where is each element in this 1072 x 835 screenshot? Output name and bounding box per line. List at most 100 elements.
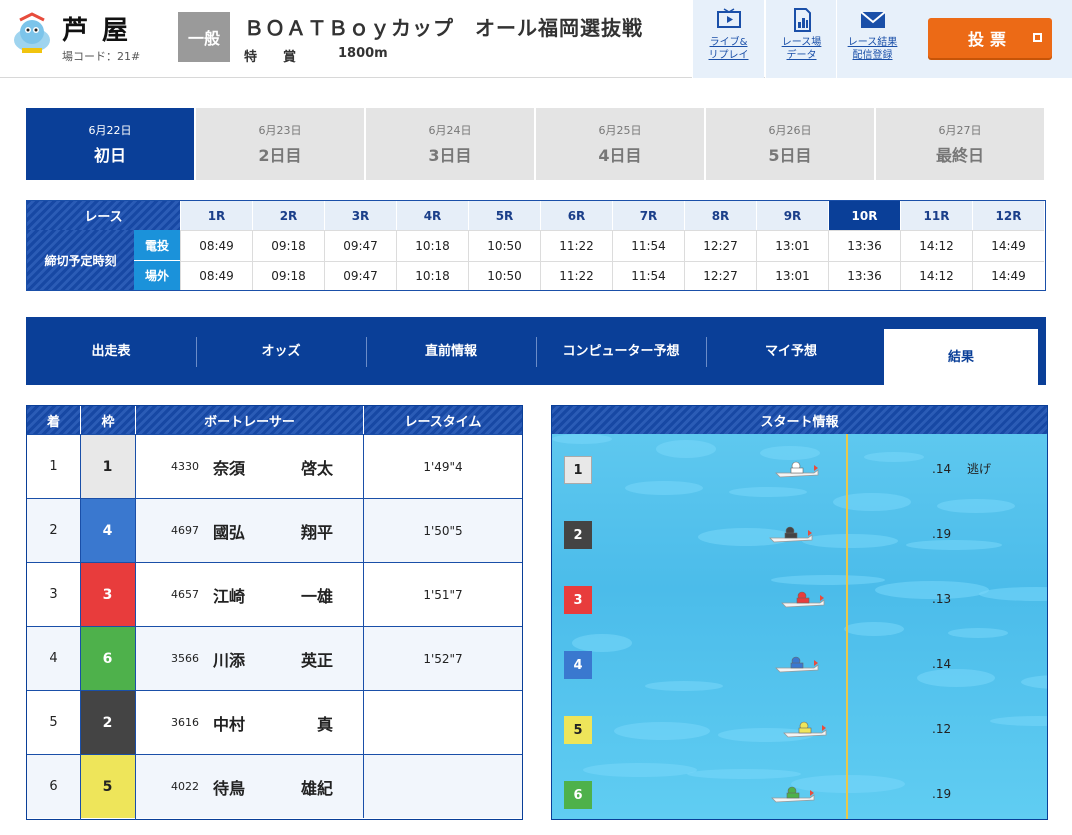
result-frame: 1: [80, 435, 135, 498]
live-replay-label: ライブ& リプレイ: [708, 37, 749, 61]
start-timing: .14: [932, 462, 952, 476]
racer-name[interactable]: 待鳥 雄紀: [213, 755, 333, 818]
wave-highlight: [1021, 675, 1047, 689]
result-frame: 5: [80, 755, 135, 818]
lane-badge: 1: [564, 456, 592, 484]
wave-highlight: [645, 681, 723, 691]
stadium-data-button[interactable]: レース場 データ: [765, 0, 837, 78]
deadline-time-jogai: 09:18: [252, 261, 324, 290]
result-mail-button[interactable]: レース結果 配信登録: [836, 0, 908, 78]
deadline-time-jogai: 09:47: [324, 261, 396, 290]
result-rank: 4: [49, 651, 58, 666]
racer-first-name: 啓太: [300, 458, 333, 478]
deadline-time-jogai: 12:27: [684, 261, 756, 290]
racer-name[interactable]: 江崎 一雄: [213, 563, 333, 626]
lane-badge: 3: [564, 586, 592, 614]
boat-icon: [783, 721, 827, 738]
race-tab-7R[interactable]: 7R: [612, 201, 684, 230]
day-tab-name: 4日目: [598, 146, 642, 165]
race-tab-3R[interactable]: 3R: [324, 201, 396, 230]
results-table: 着 枠 ボートレーサー レースタイム 1 1 4330 奈須 啓太 1'49"4 2 4 469…: [26, 405, 523, 820]
race-tab-11R[interactable]: 11R: [900, 201, 972, 230]
day-tab-date: 6月22日: [88, 124, 132, 137]
day-tab[interactable]: 6月24日 3日目: [366, 108, 534, 180]
day-tab[interactable]: 6月23日 2日目: [196, 108, 364, 180]
result-rank: 2: [49, 523, 58, 538]
chart-doc-icon: [793, 8, 811, 32]
tv-icon: [716, 8, 741, 28]
result-mail-label: レース結果 配信登録: [847, 37, 898, 61]
deadline-time-denpyo: 10:50: [468, 230, 540, 261]
mascot-logo-icon: [14, 12, 50, 53]
menu-item[interactable]: オッズ: [196, 329, 366, 373]
menu-item[interactable]: 直前情報: [366, 329, 536, 373]
day-tab[interactable]: 6月26日 5日目: [706, 108, 874, 180]
deadline-time-denpyo: 13:01: [756, 230, 828, 261]
wave-highlight: [729, 487, 807, 497]
start-timing: .12: [932, 722, 952, 736]
day-tab[interactable]: 6月25日 4日目: [536, 108, 704, 180]
mail-icon: [859, 11, 886, 28]
boat-icon: [769, 526, 813, 543]
racer-last-name: 國弘: [213, 522, 246, 542]
race-tab-2R[interactable]: 2R: [252, 201, 324, 230]
deadline-time-denpyo: 13:36: [828, 230, 900, 261]
racer-first-name: 雄紀: [300, 778, 333, 798]
day-tab[interactable]: 6月22日 初日: [26, 108, 194, 180]
menu-item-label: 出走表: [91, 343, 131, 359]
wave-highlight: [833, 493, 911, 511]
race-tab-9R[interactable]: 9R: [756, 201, 828, 230]
external-window-icon: [1033, 33, 1042, 42]
rank-header: 着: [27, 406, 80, 434]
racer-name[interactable]: 國弘 翔平: [213, 499, 333, 562]
vote-button[interactable]: 投票: [928, 18, 1052, 58]
wave-highlight: [917, 669, 995, 687]
day-tab-date: 6月23日: [258, 124, 302, 137]
kimarite-label: 逃げ: [967, 462, 992, 476]
racer-number: 4697: [171, 524, 199, 537]
race-tab-4R[interactable]: 4R: [396, 201, 468, 230]
result-row: 2 4 4697 國弘 翔平 1'50"5: [27, 498, 522, 562]
racer-name[interactable]: 川添 英正: [213, 627, 333, 690]
race-tab-6R[interactable]: 6R: [540, 201, 612, 230]
deadline-time-denpyo: 09:47: [324, 230, 396, 261]
race-menu: 出走表 オッズ 直前情報 コンピューター 予想 マイ予想 結果: [26, 317, 1046, 385]
water-background: [552, 434, 1047, 819]
menu-separator: [366, 337, 367, 367]
lane-badge: 6: [564, 781, 592, 809]
live-replay-button[interactable]: ライブ& リプレイ: [692, 0, 764, 78]
race-schedule-table: レース 締切予定時刻 電投 場外 1R 08:49 08:49 2R 09:18 09:1…: [26, 200, 1046, 291]
deadline-time-denpyo: 12:27: [684, 230, 756, 261]
menu-item[interactable]: 結果: [884, 329, 1038, 385]
deadline-time-denpyo: 09:18: [252, 230, 324, 261]
lane-badge: 4: [564, 651, 592, 679]
racer-number: 3566: [171, 652, 199, 665]
racer-name[interactable]: 奈須 啓太: [213, 435, 333, 498]
deadline-time-jogai: 11:54: [612, 261, 684, 290]
race-tab-1R[interactable]: 1R: [180, 201, 252, 230]
wave-highlight: [760, 446, 820, 460]
racer-number: 4330: [171, 460, 199, 473]
deadline-time-jogai: 08:49: [180, 261, 252, 290]
result-row: 4 6 3566 川添 英正 1'52"7: [27, 626, 522, 690]
boat-icon: [781, 591, 825, 608]
result-rank: 3: [49, 587, 58, 602]
menu-item-label: マイ予想: [764, 343, 817, 359]
deadline-time-denpyo: 11:54: [612, 230, 684, 261]
menu-item[interactable]: コンピューター 予想: [536, 329, 706, 373]
race-time: [363, 755, 522, 818]
menu-item-label: コンピューター: [562, 343, 654, 359]
menu-item-label: 結果: [947, 349, 974, 365]
race-time: 1'51"7: [363, 563, 522, 626]
day-tab-date: 6月26日: [768, 124, 812, 137]
race-tab-5R[interactable]: 5R: [468, 201, 540, 230]
menu-item[interactable]: マイ予想: [706, 329, 876, 373]
race-label: レース: [27, 201, 180, 230]
racer-name[interactable]: 中村 真: [213, 691, 333, 754]
jogai-label: 場外: [134, 261, 180, 290]
race-tab-10R[interactable]: 10R: [828, 201, 900, 230]
race-tab-8R[interactable]: 8R: [684, 201, 756, 230]
race-tab-12R[interactable]: 12R: [972, 201, 1044, 230]
day-tab[interactable]: 6月27日 最終日: [876, 108, 1044, 180]
menu-item[interactable]: 出走表: [26, 329, 196, 373]
